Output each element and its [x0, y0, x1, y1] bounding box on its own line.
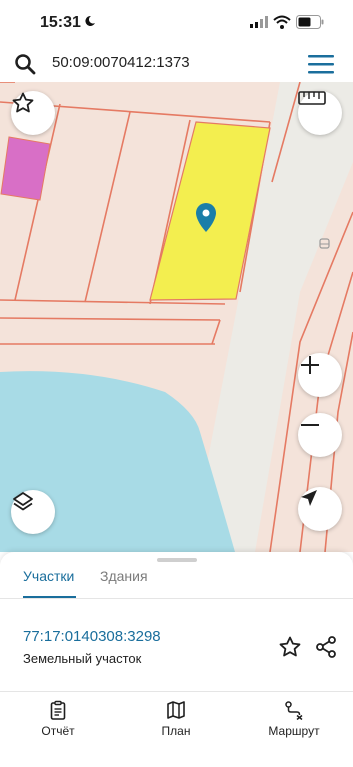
report-button[interactable]: Отчёт: [13, 700, 103, 738]
minus-icon: [301, 424, 319, 426]
battery-icon: [296, 15, 324, 29]
star-icon: [12, 92, 34, 113]
search-icon[interactable]: [14, 53, 36, 75]
bottom-sheet: Участки Здания 77:17:0140308:3298 Земель…: [0, 552, 353, 767]
my-location-button[interactable]: [298, 487, 342, 531]
parcel-number-link[interactable]: 77:17:0140308:3298: [23, 628, 161, 645]
layers-icon: [13, 492, 33, 511]
clipboard-icon: [50, 700, 66, 720]
navigation-arrow-icon: [301, 490, 317, 506]
ruler-icon: [298, 91, 326, 105]
tab-buildings[interactable]: Здания: [100, 568, 148, 584]
zoom-in-button[interactable]: [298, 353, 342, 397]
status-bar: 15:31: [0, 0, 353, 44]
report-label: Отчёт: [41, 724, 75, 738]
divider: [0, 691, 353, 692]
drag-handle[interactable]: [157, 558, 197, 562]
plus-icon: [301, 356, 319, 374]
plan-button[interactable]: План: [131, 700, 221, 738]
wifi-icon: [273, 15, 291, 29]
cadastral-map: [0, 82, 353, 552]
zoom-out-button[interactable]: [298, 413, 342, 457]
plan-label: План: [161, 724, 191, 738]
status-time: 15:31: [40, 14, 81, 31]
layers-button[interactable]: [11, 490, 55, 534]
route-button[interactable]: Маршрут: [249, 700, 339, 738]
share-icon[interactable]: [314, 635, 338, 659]
map-view[interactable]: [0, 82, 353, 552]
hamburger-menu-icon[interactable]: [307, 53, 335, 75]
divider: [0, 598, 353, 599]
route-label: Маршрут: [268, 724, 320, 738]
search-input[interactable]: 50:09:0070412:1373: [52, 54, 190, 71]
favorite-button[interactable]: [11, 91, 55, 135]
moon-icon: [85, 15, 95, 26]
parcel-type-label: Земельный участок: [23, 651, 142, 666]
star-icon[interactable]: [278, 635, 302, 659]
search-bar: 50:09:0070412:1373: [0, 44, 353, 83]
map-icon: [167, 701, 185, 719]
ruler-button[interactable]: [298, 91, 342, 135]
cellular-signal-icon: [250, 16, 268, 28]
route-icon: [285, 701, 303, 720]
tab-parcels[interactable]: Участки: [23, 568, 74, 584]
